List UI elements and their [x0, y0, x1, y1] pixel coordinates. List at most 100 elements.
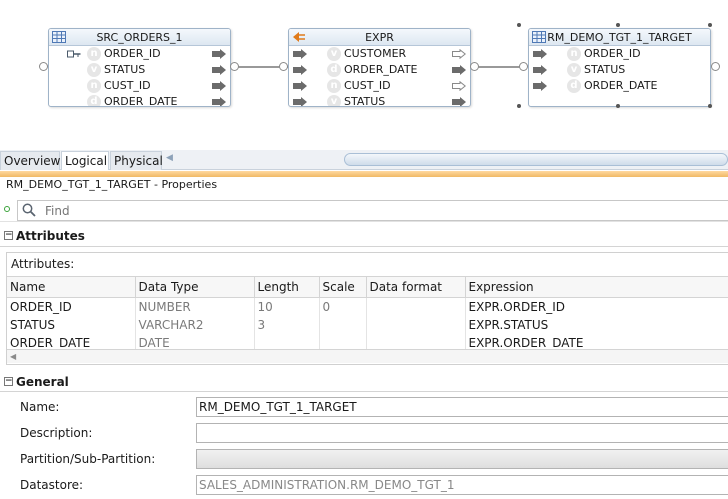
column-header-name[interactable]: Name — [7, 276, 136, 298]
selection-handle[interactable] — [517, 104, 521, 108]
section-title: General — [16, 375, 69, 389]
attributes-section-header[interactable]: − Attributes — [0, 227, 728, 245]
output-arrow-icon[interactable] — [212, 81, 226, 91]
datatype-badge-icon: v — [87, 63, 101, 77]
column-header-scale[interactable]: Scale — [319, 276, 367, 298]
attribute-label: CUSTOMER — [344, 47, 407, 60]
tab-physical[interactable]: Physical — [110, 151, 163, 170]
partition-field[interactable] — [196, 449, 728, 469]
output-arrow-icon[interactable] — [212, 65, 226, 75]
cell-name[interactable]: ORDER_ID — [7, 297, 136, 316]
table-row[interactable]: ORDER_ID NUMBER 10 0 EXPR.ORDER_ID — [7, 297, 728, 316]
selection-handle[interactable] — [708, 104, 712, 108]
output-arrow-icon[interactable] — [212, 97, 226, 107]
cell-data-type[interactable]: NUMBER — [135, 297, 255, 316]
datatype-badge-icon: n — [567, 47, 581, 61]
cell-data-type[interactable]: VARCHAR2 — [135, 315, 255, 334]
scroll-left-icon[interactable]: ◀ — [166, 153, 173, 163]
cell-expression[interactable]: EXPR.STATUS — [465, 315, 728, 334]
input-arrow-icon[interactable] — [293, 49, 307, 59]
expression-node[interactable]: EXPR v CUSTOMER d ORDER_DATE n CUST_ID v… — [288, 28, 471, 107]
attribute-label: STATUS — [104, 63, 146, 76]
attributes-caption: Attributes: — [11, 257, 75, 271]
table-horizontal-scrollbar[interactable]: ◀ — [7, 349, 728, 363]
target-datastore-node[interactable]: RM_DEMO_TGT_1_TARGET n ORDER_ID v STATUS… — [528, 28, 711, 107]
src-output-port[interactable] — [230, 62, 239, 71]
attribute-label: ORDER_DATE — [584, 79, 658, 92]
node-attribute-row[interactable]: v STATUS — [49, 62, 230, 78]
output-arrow-outline-icon[interactable] — [452, 49, 466, 59]
node-attribute-row[interactable]: v STATUS — [529, 62, 710, 78]
node-attribute-row[interactable]: n CUST_ID — [289, 78, 470, 94]
column-header-expression[interactable]: Expression — [465, 276, 728, 298]
scroll-left-icon[interactable]: ◀ — [10, 350, 16, 364]
selection-handle[interactable] — [708, 23, 712, 27]
node-attribute-row[interactable]: n CUST_ID — [49, 78, 230, 94]
expr-input-port[interactable] — [279, 62, 288, 71]
datatype-badge-icon: v — [327, 95, 341, 106]
output-arrow-icon[interactable] — [452, 65, 466, 75]
datatype-badge-icon: d — [327, 63, 341, 77]
attribute-label: ORDER_DATE — [104, 95, 178, 107]
collapse-icon[interactable]: − — [4, 377, 13, 386]
tab-logical[interactable]: Logical — [61, 151, 109, 170]
output-arrow-icon[interactable] — [212, 49, 226, 59]
description-label: Description: — [20, 426, 93, 440]
selection-handle[interactable] — [616, 104, 620, 108]
datastore-field[interactable]: SALES_ADMINISTRATION.RM_DEMO_TGT_1 — [196, 475, 728, 495]
node-attribute-row[interactable]: d ORDER_DATE — [289, 62, 470, 78]
selection-handle[interactable] — [616, 23, 620, 27]
cell-data-format[interactable] — [366, 315, 466, 334]
tab-overview[interactable]: Overview — [0, 151, 61, 170]
input-arrow-icon[interactable] — [533, 65, 547, 75]
src-input-port[interactable] — [39, 62, 48, 71]
table-icon — [532, 31, 546, 43]
cell-expression[interactable]: EXPR.ORDER_ID — [465, 297, 728, 316]
datatype-badge-icon: v — [567, 63, 581, 77]
cell-length[interactable]: 10 — [254, 297, 320, 316]
general-section-header[interactable]: − General — [0, 373, 728, 391]
name-field[interactable]: RM_DEMO_TGT_1_TARGET — [196, 397, 728, 417]
mapping-diagram-canvas[interactable]: SRC_ORDERS_1 n ORDER_ID v STATUS n CUST_… — [0, 0, 728, 150]
input-arrow-icon[interactable] — [533, 49, 547, 59]
selection-handle[interactable] — [517, 23, 521, 27]
node-attribute-row[interactable]: d ORDER_DATE — [49, 94, 230, 107]
node-attribute-row[interactable]: n ORDER_ID — [49, 46, 230, 62]
cell-length[interactable]: 3 — [254, 315, 320, 334]
attributes-table: Name Data Type Length Scale Data format … — [7, 276, 728, 352]
cell-scale[interactable]: 0 — [319, 297, 367, 316]
attribute-label: STATUS — [344, 95, 386, 107]
output-arrow-icon[interactable] — [452, 97, 466, 107]
node-attribute-row[interactable]: n ORDER_ID — [529, 46, 710, 62]
cell-name[interactable]: STATUS — [7, 315, 136, 334]
find-input[interactable] — [17, 200, 728, 221]
input-arrow-icon[interactable] — [533, 81, 547, 91]
tgt-input-port[interactable] — [519, 62, 528, 71]
column-header-length[interactable]: Length — [254, 276, 320, 298]
datastore-label: Datastore: — [20, 478, 84, 492]
input-arrow-icon[interactable] — [293, 81, 307, 91]
primary-key-icon — [67, 50, 81, 58]
input-arrow-icon[interactable] — [293, 97, 307, 107]
cell-data-format[interactable] — [366, 297, 466, 316]
horizontal-scrollbar-thumb[interactable] — [344, 153, 728, 166]
description-field[interactable] — [196, 423, 728, 443]
node-attribute-row[interactable]: d ORDER_DATE — [529, 78, 710, 94]
tgt-output-port[interactable] — [711, 62, 720, 71]
node-attribute-row[interactable]: v STATUS — [289, 94, 470, 107]
datatype-badge-icon: n — [87, 79, 101, 93]
collapse-icon[interactable]: − — [4, 231, 13, 240]
panel-divider[interactable] — [0, 171, 728, 177]
output-arrow-outline-icon[interactable] — [452, 81, 466, 91]
table-row[interactable]: STATUS VARCHAR2 3 EXPR.STATUS — [7, 315, 728, 334]
column-header-data-format[interactable]: Data format — [366, 276, 466, 298]
node-header: SRC_ORDERS_1 — [49, 29, 230, 46]
cell-scale[interactable] — [319, 315, 367, 334]
partition-label: Partition/Sub-Partition: — [20, 452, 156, 466]
expr-output-port[interactable] — [470, 62, 479, 71]
column-header-data-type[interactable]: Data Type — [135, 276, 255, 298]
node-attribute-row[interactable]: v CUSTOMER — [289, 46, 470, 62]
source-datastore-node[interactable]: SRC_ORDERS_1 n ORDER_ID v STATUS n CUST_… — [48, 28, 231, 107]
attributes-table-container: Attributes: Name Data Type Length Scale … — [6, 252, 728, 365]
input-arrow-icon[interactable] — [293, 65, 307, 75]
